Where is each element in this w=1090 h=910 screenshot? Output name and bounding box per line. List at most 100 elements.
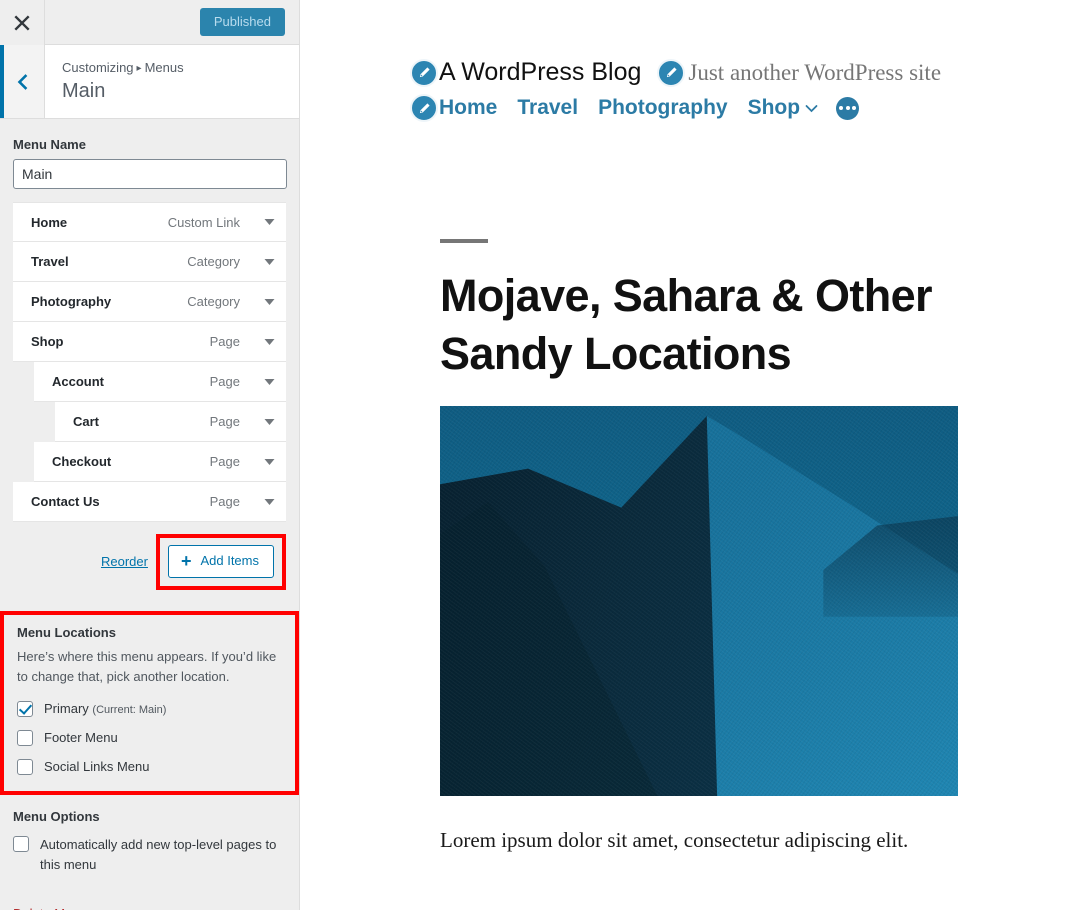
preview-featured-image <box>440 406 958 797</box>
edit-shortcut-menu-icon[interactable] <box>410 94 438 122</box>
menu-location-checkbox[interactable] <box>17 701 33 718</box>
menu-item-expand-button[interactable] <box>252 443 286 481</box>
more-menu-icon[interactable] <box>836 96 860 120</box>
menu-item-title: Cart <box>73 414 100 429</box>
menu-item-row[interactable]: Checkout Page <box>34 442 286 482</box>
auto-add-pages-checkbox[interactable] <box>13 836 29 853</box>
chevron-left-icon <box>17 73 28 90</box>
menu-locations-options: Primary (Current: Main) Footer Menu Social… <box>17 700 282 775</box>
chevron-down-icon <box>264 258 274 265</box>
breadcrumb-root: Customizing <box>62 60 134 75</box>
preview-branding-row: A WordPress Blog Just another WordPress … <box>300 58 1090 87</box>
publish-button[interactable]: Published <box>199 8 285 36</box>
menu-location-label: Primary (Current: Main) <box>44 700 166 718</box>
menu-name-input[interactable] <box>13 159 287 189</box>
add-items-highlight-box: + Add Items <box>155 534 286 590</box>
menu-location-row[interactable]: Primary (Current: Main) <box>17 700 282 718</box>
chevron-down-icon <box>264 418 274 425</box>
preview-nav-link[interactable]: Travel <box>517 96 578 120</box>
preview-article-title: Mojave, Sahara & Other Sandy Locations <box>440 270 933 379</box>
menu-location-label: Footer Menu <box>44 729 118 747</box>
preview-nav-row: Home Travel Photography Shop <box>300 94 1090 122</box>
submenu-chevron-down-icon[interactable] <box>805 104 818 113</box>
menu-item-type: Page <box>209 454 240 469</box>
pencil-icon <box>419 67 430 78</box>
delete-menu-link[interactable]: Delete Menu <box>13 906 87 910</box>
menu-item-row[interactable]: Photography Category <box>13 282 286 322</box>
panel-title-wrap: Customizing ▸ Menus Main <box>45 45 299 118</box>
chevron-down-icon <box>264 338 274 345</box>
chevron-down-icon <box>264 378 274 385</box>
chevron-down-icon <box>264 219 274 225</box>
add-items-label: Add Items <box>200 553 259 568</box>
menu-item-expand-button[interactable] <box>252 243 286 281</box>
menu-item-title: Photography <box>31 294 112 309</box>
location-current-note: (Current: Main) <box>92 704 167 717</box>
menu-item-row[interactable]: Shop Page <box>13 322 286 362</box>
edit-shortcut-site-title-icon[interactable] <box>410 58 438 87</box>
preview-site-description: Just another WordPress site <box>688 59 942 85</box>
add-items-button[interactable]: + Add Items <box>167 545 274 578</box>
chevron-down-icon <box>264 498 274 505</box>
site-preview-pane[interactable]: A WordPress Blog Just another WordPress … <box>300 0 1090 910</box>
menu-item-type: Page <box>209 334 240 349</box>
customizer-sidebar: Published Customizing ▸ Menus Main Menu Na… <box>0 0 300 910</box>
menu-item-title: Account <box>52 374 104 389</box>
preview-article-body: Lorem ipsum dolor sit amet, consectetur … <box>440 828 909 853</box>
breadcrumb: Customizing ▸ Menus <box>62 59 299 77</box>
menu-item-expand-button[interactable] <box>252 363 286 401</box>
reorder-link[interactable]: Reorder <box>101 554 148 569</box>
menu-item-type: Category <box>187 294 240 309</box>
edit-shortcut-site-description-icon[interactable] <box>657 58 686 87</box>
menu-item-type: Category <box>187 254 240 269</box>
location-name: Footer Menu <box>44 730 118 746</box>
title-rule-divider <box>440 239 488 243</box>
menu-name-label: Menu Name <box>13 137 86 152</box>
breadcrumb-section: Menus <box>144 60 184 75</box>
menu-item-type: Page <box>209 494 240 509</box>
location-name: Primary <box>44 701 89 717</box>
menu-item-title: Contact Us <box>31 494 100 509</box>
dot <box>852 106 857 110</box>
preview-nav-link[interactable]: Photography <box>598 96 728 120</box>
dot <box>839 106 844 110</box>
preview-nav-link[interactable]: Home <box>439 96 497 120</box>
image-grain-overlay <box>440 406 958 797</box>
menu-item-expand-button[interactable] <box>252 203 286 241</box>
menu-location-checkbox[interactable] <box>17 758 33 775</box>
page-title: Main <box>62 80 106 103</box>
panel-header: Customizing ▸ Menus Main <box>0 45 299 119</box>
menu-item-row[interactable]: Contact Us Page <box>13 482 286 522</box>
menu-item-expand-button[interactable] <box>252 483 286 521</box>
auto-add-pages-row[interactable]: Automatically add new top-level pages to… <box>13 835 286 875</box>
menu-item-title: Home <box>31 214 68 230</box>
menu-item-row[interactable]: Cart Page <box>55 402 286 442</box>
customizer-topbar: Published <box>0 0 299 45</box>
menu-location-label: Social Links Menu <box>44 758 150 776</box>
menu-item-row[interactable]: Home Custom Link <box>13 202 286 242</box>
menu-item-title: Checkout <box>52 454 112 469</box>
menu-item-type: Page <box>209 374 240 389</box>
preview-site-title: A WordPress Blog <box>439 58 642 86</box>
menu-location-row[interactable]: Social Links Menu <box>17 758 282 776</box>
menu-options-section: Menu Options Automatically add new top-l… <box>0 795 299 910</box>
dot <box>845 106 850 110</box>
preview-nav-link[interactable]: Shop <box>748 96 801 120</box>
plus-icon: + <box>180 551 192 572</box>
menu-location-row[interactable]: Footer Menu <box>17 729 282 747</box>
menu-item-row[interactable]: Account Page <box>34 362 286 402</box>
menu-item-expand-button[interactable] <box>252 323 286 361</box>
menu-item-type: Custom Link <box>167 214 240 230</box>
menu-item-list: Home Custom Link Travel Category Photography… <box>0 202 299 522</box>
menu-item-expand-button[interactable] <box>252 283 286 321</box>
menu-item-row[interactable]: Travel Category <box>13 242 286 282</box>
menu-item-type: Page <box>209 414 240 429</box>
pencil-icon <box>666 67 677 78</box>
back-button[interactable] <box>0 45 45 118</box>
menu-item-expand-button[interactable] <box>252 403 286 441</box>
preview-nav-links: Home Travel Photography Shop <box>439 96 836 120</box>
breadcrumb-separator-icon: ▸ <box>136 63 142 74</box>
menu-location-checkbox[interactable] <box>17 730 33 747</box>
close-customizer-button[interactable] <box>0 0 45 45</box>
